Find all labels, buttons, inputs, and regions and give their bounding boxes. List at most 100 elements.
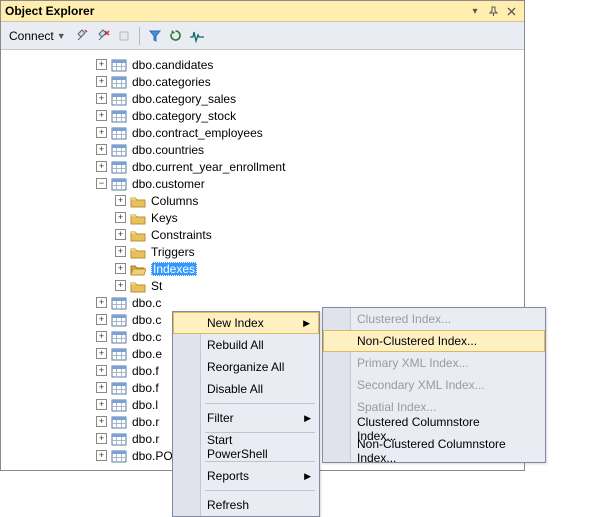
folder-icon	[130, 211, 146, 225]
table-icon	[111, 330, 127, 344]
expand-toggle[interactable]: +	[96, 348, 107, 359]
table-node[interactable]: +dbo.contract_employees	[1, 124, 524, 141]
table-icon	[111, 398, 127, 412]
tree-label: dbo.candidates	[132, 58, 213, 72]
expand-toggle[interactable]: +	[96, 450, 107, 461]
submenu-item-non-clustered-index[interactable]: Non-Clustered Index...	[323, 330, 545, 352]
menu-item-filter[interactable]: Filter▶	[173, 407, 319, 429]
folder-node-selected[interactable]: + Indexes	[1, 260, 524, 277]
tree-label: dbo.countries	[132, 143, 204, 157]
expand-toggle[interactable]: +	[96, 110, 107, 121]
table-node[interactable]: + dbo.categories	[1, 73, 524, 90]
refresh-icon[interactable]	[168, 28, 184, 44]
submenu-item-clustered-index: Clustered Index...	[323, 308, 545, 330]
table-icon	[111, 347, 127, 361]
expand-toggle[interactable]: +	[96, 144, 107, 155]
expand-toggle[interactable]: +	[96, 127, 107, 138]
folder-icon	[130, 194, 146, 208]
expand-toggle[interactable]: +	[96, 399, 107, 410]
table-icon	[111, 92, 127, 106]
tree-label: dbo.category_stock	[132, 109, 236, 123]
expand-toggle[interactable]: +	[96, 161, 107, 172]
expand-toggle[interactable]: +	[115, 212, 126, 223]
table-node-expanded[interactable]: −dbo.customer	[1, 175, 524, 192]
expand-toggle[interactable]: +	[96, 433, 107, 444]
expand-toggle[interactable]: +	[96, 331, 107, 342]
table-node[interactable]: + dbo.countries	[1, 141, 524, 158]
menu-item-disable-all[interactable]: Disable All	[173, 378, 319, 400]
table-icon	[111, 177, 127, 191]
folder-node[interactable]: + Triggers	[1, 243, 524, 260]
folder-node[interactable]: + Columns	[1, 192, 524, 209]
folder-icon	[130, 228, 146, 242]
folder-icon	[130, 245, 146, 259]
pin-icon[interactable]	[484, 3, 502, 20]
table-icon	[111, 415, 127, 429]
expand-toggle[interactable]: +	[96, 416, 107, 427]
menu-item-refresh[interactable]: Refresh	[173, 494, 319, 516]
submenu-arrow-icon: ▶	[304, 471, 311, 482]
menu-item-reorganize-all[interactable]: Reorganize All	[173, 356, 319, 378]
folder-node[interactable]: + Keys	[1, 209, 524, 226]
filter-icon[interactable]	[147, 28, 163, 44]
titlebar: Object Explorer ▾	[1, 1, 524, 22]
panel-title: Object Explorer	[5, 4, 466, 18]
table-icon	[111, 313, 127, 327]
expand-toggle[interactable]: +	[115, 229, 126, 240]
expand-toggle[interactable]: +	[96, 365, 107, 376]
tree-label: dbo.current_year_enrollment	[132, 160, 285, 174]
tree-label: dbo.categories	[132, 75, 211, 89]
tree-label: St	[151, 279, 162, 293]
expand-toggle[interactable]: +	[96, 76, 107, 87]
table-icon	[111, 126, 127, 140]
connect-button[interactable]: Connect ▼	[6, 27, 69, 45]
menu-item-new-index[interactable]: New Index▶	[173, 312, 319, 334]
tree-label: dbo.r	[132, 415, 159, 429]
tree-label: dbo.c	[132, 330, 161, 344]
menu-item-reports[interactable]: Reports▶	[173, 465, 319, 487]
stop-icon[interactable]	[116, 28, 132, 44]
expand-toggle[interactable]: +	[115, 280, 126, 291]
connect-plug-icon[interactable]	[74, 28, 90, 44]
expand-toggle[interactable]: +	[96, 382, 107, 393]
expand-toggle[interactable]: +	[96, 297, 107, 308]
tree-label: dbo.c	[132, 296, 161, 310]
tree-label: Indexes	[151, 262, 197, 276]
expand-toggle[interactable]: +	[115, 195, 126, 206]
submenu-item-non-clustered-columnstore-index[interactable]: Non-Clustered Columnstore Index...	[323, 440, 545, 462]
table-icon	[111, 160, 127, 174]
table-node[interactable]: + dbo.category_sales	[1, 90, 524, 107]
table-node[interactable]: + dbo.candidates	[1, 56, 524, 73]
folder-node[interactable]: +Constraints	[1, 226, 524, 243]
folder-icon	[130, 279, 146, 293]
close-icon[interactable]	[502, 3, 520, 20]
activity-icon[interactable]	[189, 28, 205, 44]
disconnect-plug-icon[interactable]	[95, 28, 111, 44]
tree-label: dbo.category_sales	[132, 92, 236, 106]
table-node[interactable]: + dbo.current_year_enrollment	[1, 158, 524, 175]
tree-label: dbo.c	[132, 313, 161, 327]
expand-toggle[interactable]: +	[96, 59, 107, 70]
table-node[interactable]: + dbo.category_stock	[1, 107, 524, 124]
expand-toggle[interactable]: +	[115, 263, 126, 274]
menu-item-rebuild-all[interactable]: Rebuild All	[173, 334, 319, 356]
tree-label: Triggers	[151, 245, 195, 259]
submenu-item-primary-xml-index: Primary XML Index...	[323, 352, 545, 374]
folder-node[interactable]: + St	[1, 277, 524, 294]
table-icon	[111, 58, 127, 72]
tree-label: Columns	[151, 194, 198, 208]
table-icon	[111, 143, 127, 157]
expand-toggle[interactable]: −	[96, 178, 107, 189]
tree-label: dbo.f	[132, 381, 159, 395]
tree-label: dbo.e	[132, 347, 162, 361]
submenu-arrow-icon: ▶	[304, 413, 311, 424]
expand-toggle[interactable]: +	[96, 314, 107, 325]
tree-label: Keys	[151, 211, 178, 225]
expand-toggle[interactable]: +	[96, 93, 107, 104]
expand-toggle[interactable]: +	[115, 246, 126, 257]
menu-item-start-powershell[interactable]: Start PowerShell	[173, 436, 319, 458]
table-icon	[111, 296, 127, 310]
window-position-icon[interactable]: ▾	[466, 3, 484, 20]
folder-open-icon	[130, 262, 146, 276]
submenu: Clustered Index...Non-Clustered Index...…	[322, 307, 546, 463]
